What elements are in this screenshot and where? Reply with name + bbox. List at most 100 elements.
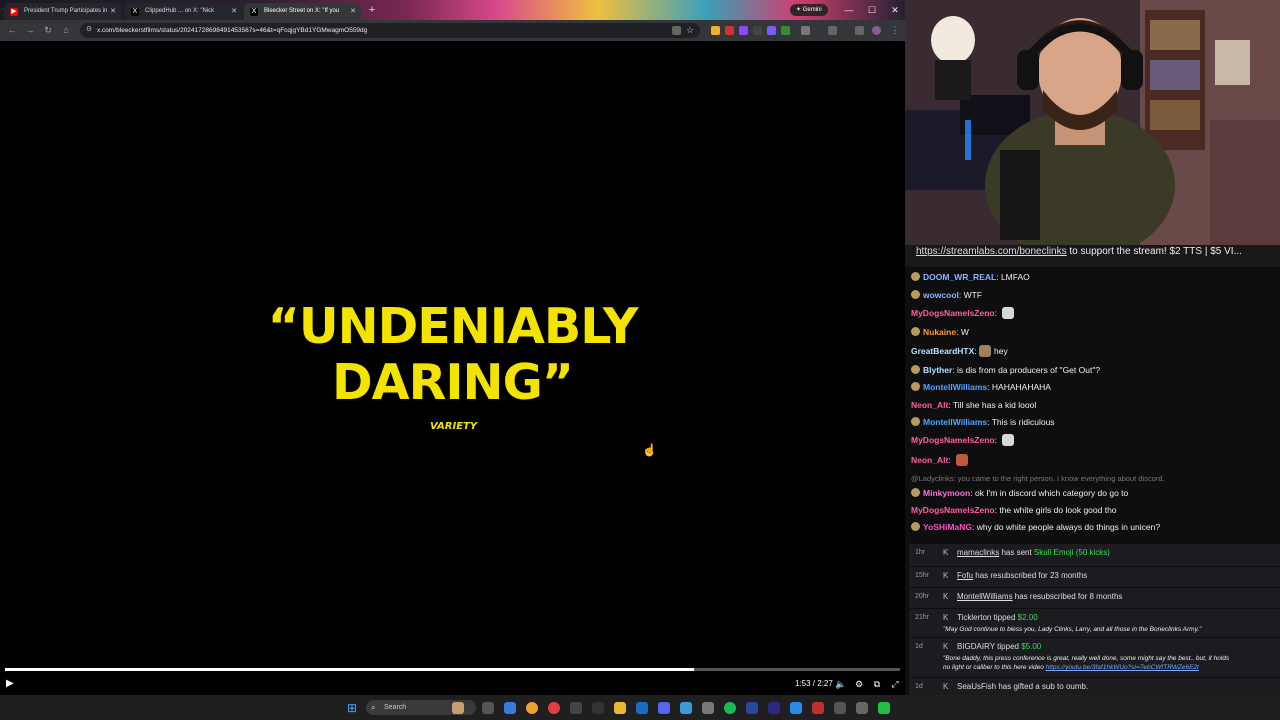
- app-icon[interactable]: [856, 702, 868, 714]
- chat-message: Blyther: is dis from da producers of "Ge…: [911, 364, 1276, 376]
- chat-message: Nukaine: W: [911, 326, 1276, 338]
- subscriber-badge-icon: [911, 522, 920, 531]
- x-logo-icon: X: [131, 8, 139, 16]
- menu-kebab-icon[interactable]: ⋮: [889, 24, 901, 36]
- task-view-icon[interactable]: [482, 702, 494, 714]
- forward-icon[interactable]: →: [24, 24, 36, 36]
- event-time: 1hr: [915, 549, 926, 556]
- event-action: has resubscribed for 8 months: [1012, 592, 1123, 601]
- close-tab-icon[interactable]: ✕: [110, 3, 116, 20]
- chat-message: MontellWilliams: This is ridiculous: [911, 416, 1276, 428]
- cast-icon[interactable]: [672, 26, 681, 35]
- event-username[interactable]: BIGDAIRY: [957, 642, 995, 651]
- x-logo-icon: X: [250, 8, 258, 16]
- tab-search-icon[interactable]: [855, 26, 864, 35]
- play-icon[interactable]: ▶: [6, 678, 18, 690]
- youtube-icon: ▶: [10, 8, 18, 16]
- chat-username[interactable]: GreatBeardHTX: [911, 346, 974, 356]
- discord-icon[interactable]: [658, 702, 670, 714]
- chat-message: Neon_Alt: Till she has a kid loool: [911, 399, 1276, 411]
- event-message-link[interactable]: https://youtu.be/3faf1hkWUo?si=7ebCWfTRW…: [1046, 664, 1199, 671]
- volume-icon[interactable]: 🔈: [835, 678, 847, 690]
- extensions-puzzle-icon[interactable]: [801, 26, 810, 35]
- chat-username[interactable]: Minkymoon: [923, 488, 970, 498]
- side-panel-icon[interactable]: [828, 26, 837, 35]
- new-tab-button[interactable]: +: [366, 4, 378, 16]
- app-icon[interactable]: [812, 702, 824, 714]
- event-username[interactable]: mamaclinks: [957, 548, 999, 557]
- terminal-icon[interactable]: [592, 702, 604, 714]
- browser-tab[interactable]: X ClippedHub ... on X: "Nick ✕: [125, 3, 242, 20]
- settings-gear-icon[interactable]: ⚙: [853, 678, 865, 690]
- close-tab-icon[interactable]: ✕: [231, 3, 237, 20]
- browser-tab-active[interactable]: X Bleecker Street on X: "If you ✕: [244, 3, 361, 20]
- event-username[interactable]: MontellWilliams: [957, 592, 1013, 601]
- chat-username[interactable]: MyDogsNamelsZeno: [911, 308, 995, 318]
- chat-username[interactable]: Neon_Alt: [911, 400, 948, 410]
- streamlabs-link[interactable]: https://streamlabs.com/boneclinks: [916, 246, 1067, 257]
- browser-tab-bar: ▶ President Trump Participates in ✕ X Cl…: [0, 0, 905, 20]
- minimize-icon[interactable]: —: [842, 3, 856, 17]
- app-icon[interactable]: [768, 702, 780, 714]
- extension-icon[interactable]: [781, 26, 790, 35]
- chat-username[interactable]: wowcool: [923, 290, 959, 300]
- fullscreen-icon[interactable]: ⤢: [889, 678, 901, 690]
- address-bar[interactable]: ⚙ x.com/bleeckerstfilms/status/202417286…: [80, 23, 700, 38]
- steam-icon[interactable]: [636, 702, 648, 714]
- event-time: 15hr: [915, 572, 930, 579]
- chat-username[interactable]: MyDogsNamelsZeno: [911, 505, 995, 515]
- video-progress-bar[interactable]: [5, 668, 900, 671]
- close-window-icon[interactable]: ✕: [888, 3, 902, 17]
- webcam-feed: [905, 0, 1280, 245]
- extension-icon[interactable]: [725, 26, 734, 35]
- maximize-icon[interactable]: ☐: [865, 3, 879, 17]
- app-icon[interactable]: [790, 702, 802, 714]
- spotify-icon[interactable]: [724, 702, 736, 714]
- chat-message: MontellWilliams: HAHAHAHAHA: [911, 381, 1276, 393]
- bookmark-star-icon[interactable]: ☆: [686, 26, 695, 35]
- event-username[interactable]: Fofu: [957, 571, 973, 580]
- chat-username[interactable]: MontellWilliams: [923, 417, 987, 427]
- picture-in-picture-icon[interactable]: ⧉: [871, 678, 883, 690]
- back-icon[interactable]: ←: [6, 24, 18, 36]
- event-username[interactable]: Ticklerton: [957, 613, 991, 622]
- chat-username[interactable]: Blyther: [923, 365, 952, 375]
- extension-icon[interactable]: [767, 26, 776, 35]
- chat-username[interactable]: YoSHiMaNG: [923, 522, 972, 532]
- event-text: SeaUsFish has gifted a sub to oumb.: [957, 678, 1088, 695]
- app-icon[interactable]: [680, 702, 692, 714]
- event-highlight: $2.00: [1017, 613, 1038, 622]
- site-info-icon[interactable]: ⚙: [84, 25, 94, 35]
- edge-icon[interactable]: [504, 702, 516, 714]
- home-icon[interactable]: ⌂: [60, 24, 72, 36]
- chat-username[interactable]: MyDogsNamelsZeno: [911, 435, 995, 445]
- app-icon[interactable]: [702, 702, 714, 714]
- reload-icon[interactable]: ↻: [42, 24, 54, 36]
- event-time: 1d: [915, 643, 923, 650]
- event-username[interactable]: SeaUsFish: [957, 682, 996, 691]
- extension-icon[interactable]: [711, 26, 720, 35]
- extension-icon[interactable]: [753, 26, 762, 35]
- profile-avatar[interactable]: [872, 26, 881, 35]
- chat-username[interactable]: Nukaine: [923, 327, 956, 337]
- app-icon[interactable]: [746, 702, 758, 714]
- browser-tab[interactable]: ▶ President Trump Participates in ✕: [4, 3, 121, 20]
- chat-username[interactable]: DOOM_WR_REAL: [923, 272, 996, 282]
- event-item: 21hr K Ticklerton tipped $2.00 "May God con…: [909, 609, 1280, 638]
- chat-username[interactable]: Neon_Alt: [911, 455, 948, 465]
- kick-icon[interactable]: [878, 702, 890, 714]
- subscriber-badge-icon: [911, 272, 920, 281]
- close-tab-icon[interactable]: ✕: [350, 3, 356, 20]
- windows-start-icon[interactable]: ⊞: [347, 702, 359, 714]
- extension-icon[interactable]: [739, 26, 748, 35]
- obs-icon[interactable]: [570, 702, 582, 714]
- kick-logo-icon: K: [943, 571, 949, 580]
- app-icon[interactable]: [834, 702, 846, 714]
- file-explorer-icon[interactable]: [614, 702, 626, 714]
- chat-message: MyDogsNamelsZeno:: [911, 307, 1276, 319]
- gemini-button[interactable]: ✦ Gemini: [790, 4, 828, 16]
- video-player[interactable]: “UNDENIABLY DARING” VARIETY ☝ ▶ 1:53 / 2…: [0, 41, 905, 695]
- chrome-profile-icon[interactable]: [548, 702, 560, 714]
- chrome-icon[interactable]: [526, 702, 538, 714]
- chat-username[interactable]: MontellWilliams: [923, 382, 987, 392]
